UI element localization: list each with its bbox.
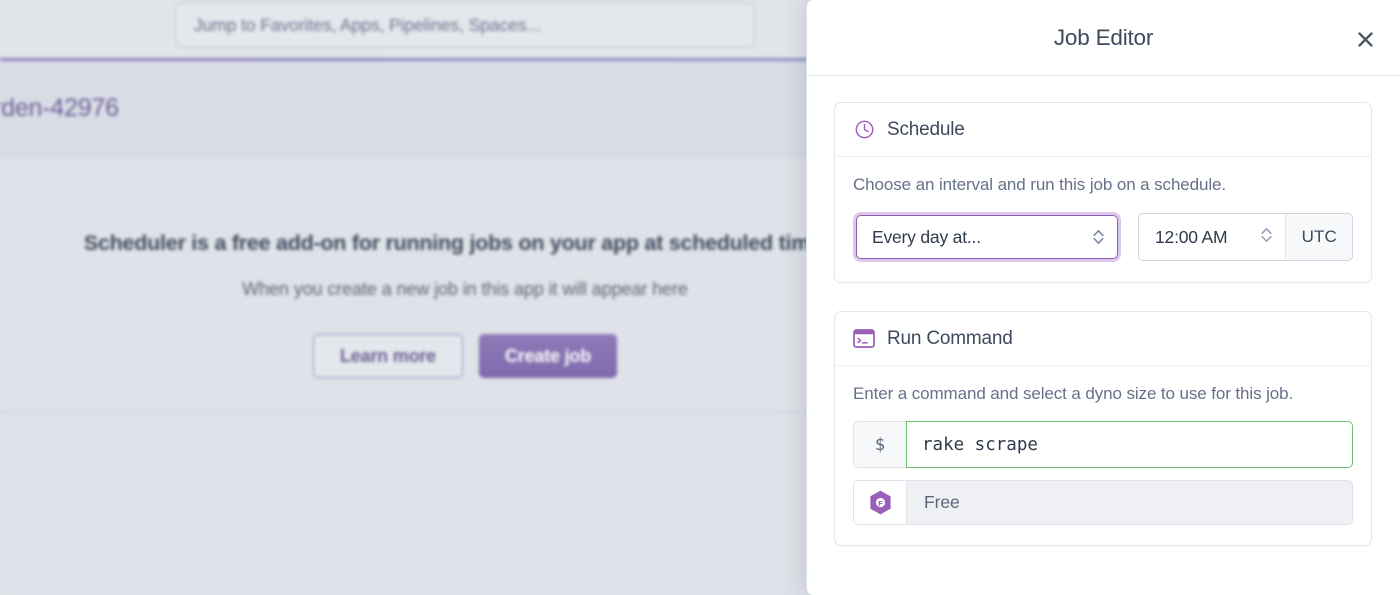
interval-select[interactable]: Every day at...	[856, 215, 1118, 260]
schedule-card-body: Choose an interval and run this job on a…	[835, 157, 1371, 282]
empty-state-actions: Learn more Create job	[0, 334, 930, 378]
empty-state-subtitle: When you create a new job in this app it…	[242, 279, 688, 299]
schedule-card: Schedule Choose an interval and run this…	[834, 102, 1372, 284]
command-input-row: $ rake scrape	[853, 421, 1353, 469]
global-search-input[interactable]: Jump to Favorites, Apps, Pipelines, Spac…	[175, 2, 755, 48]
schedule-card-title: Schedule	[887, 118, 965, 140]
dyno-size-select[interactable]: Free	[906, 480, 1353, 526]
learn-more-button[interactable]: Learn more	[312, 334, 463, 378]
chevron-updown-icon	[1092, 228, 1105, 246]
run-command-card-title: Run Command	[887, 327, 1013, 349]
job-editor-body: Schedule Choose an interval and run this…	[807, 76, 1400, 547]
close-icon[interactable]	[1350, 24, 1380, 54]
schedule-card-header: Schedule	[835, 103, 1371, 157]
create-job-button[interactable]: Create job	[479, 334, 618, 378]
time-select-value: 12:00 AM	[1155, 226, 1228, 247]
app-name-label: rden-42976	[0, 93, 119, 122]
time-select[interactable]: 12:00 AM	[1139, 214, 1286, 261]
command-prompt-prefix: $	[853, 421, 906, 469]
chevron-updown-icon	[1260, 226, 1273, 249]
command-input[interactable]: rake scrape	[906, 421, 1353, 469]
global-search-placeholder: Jump to Favorites, Apps, Pipelines, Spac…	[194, 14, 541, 35]
run-command-card: Run Command Enter a command and select a…	[834, 311, 1372, 547]
dyno-size-row: F Free	[853, 480, 1353, 526]
job-editor-title: Job Editor	[1053, 24, 1154, 50]
run-command-card-header: Run Command	[835, 312, 1371, 367]
empty-state-title: Scheduler is a free add-on for running j…	[83, 231, 847, 255]
terminal-icon	[853, 328, 875, 350]
schedule-description: Choose an interval and run this job on a…	[853, 175, 1227, 194]
run-command-description: Enter a command and select a dyno size t…	[853, 384, 1294, 404]
interval-select-focus-ring: Every day at...	[853, 212, 1121, 263]
schedule-controls-row: Every day at... 12:00 AM UTC	[853, 212, 1353, 263]
timezone-label: UTC	[1285, 214, 1352, 261]
time-and-timezone-group: 12:00 AM UTC	[1138, 213, 1353, 262]
svg-text:F: F	[878, 499, 883, 508]
clock-icon	[853, 119, 875, 141]
run-command-card-body: Enter a command and select a dyno size t…	[835, 366, 1371, 545]
job-editor-drawer: Job Editor Schedule Choose an interval a…	[806, 0, 1400, 595]
job-editor-header: Job Editor	[807, 0, 1400, 76]
free-dyno-hex-icon: F	[853, 480, 906, 526]
